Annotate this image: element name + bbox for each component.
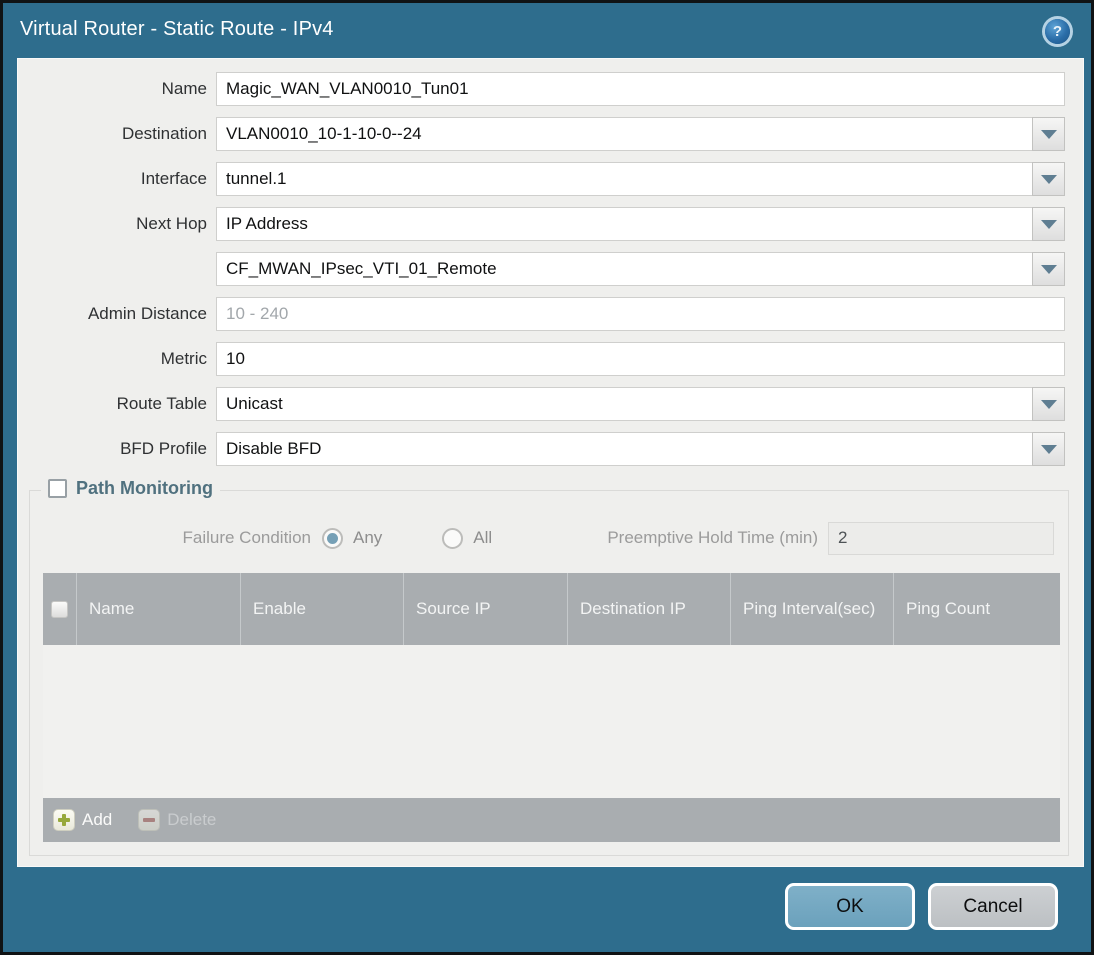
route-table-input[interactable] <box>216 387 1033 421</box>
column-header-ping-interval: Ping Interval(sec) <box>730 573 893 645</box>
table-toolbar: Add Delete <box>43 798 1060 842</box>
bfd-profile-row: BFD Profile <box>18 432 1065 466</box>
table-header: Name Enable Source IP Destination IP Pin… <box>43 573 1060 645</box>
next-hop-type-input[interactable] <box>216 207 1033 241</box>
chevron-down-icon <box>1040 399 1057 409</box>
metric-row: Metric <box>18 342 1065 376</box>
minus-icon <box>138 809 161 831</box>
route-table-row: Route Table <box>18 387 1065 421</box>
destination-row: Destination <box>18 117 1065 151</box>
interface-dropdown-button[interactable] <box>1032 162 1065 196</box>
add-button-label: Add <box>82 810 113 829</box>
column-header-destination-ip: Destination IP <box>567 573 730 645</box>
chevron-down-icon <box>1040 264 1057 274</box>
interface-row: Interface <box>18 162 1065 196</box>
column-header-enable: Enable <box>240 573 403 645</box>
destination-input[interactable] <box>216 117 1033 151</box>
next-hop-row: Next Hop <box>18 207 1065 241</box>
titlebar: Virtual Router - Static Route - IPv4 ? <box>3 3 1091 56</box>
chevron-down-icon <box>1040 129 1057 139</box>
chevron-down-icon <box>1040 444 1057 454</box>
dialog-title: Virtual Router - Static Route - IPv4 <box>20 18 334 40</box>
delete-button-label: Delete <box>167 810 217 829</box>
cancel-button[interactable]: Cancel <box>928 883 1058 930</box>
bfd-profile-label: BFD Profile <box>120 439 207 458</box>
next-hop-label: Next Hop <box>136 214 207 233</box>
destination-dropdown-button[interactable] <box>1032 117 1065 151</box>
route-table-dropdown-button[interactable] <box>1032 387 1065 421</box>
chevron-down-icon <box>1040 219 1057 229</box>
bfd-profile-input[interactable] <box>216 432 1033 466</box>
metric-label: Metric <box>160 349 207 368</box>
next-hop-type-dropdown-button[interactable] <box>1032 207 1065 241</box>
metric-input[interactable] <box>216 342 1065 376</box>
route-table-label: Route Table <box>116 394 207 413</box>
next-hop-address-dropdown-button[interactable] <box>1032 252 1065 286</box>
admin-distance-input[interactable] <box>216 297 1065 331</box>
delete-button: Delete <box>138 809 216 831</box>
name-input[interactable] <box>216 72 1065 106</box>
interface-input[interactable] <box>216 162 1033 196</box>
failure-condition-all-label: All <box>473 528 493 547</box>
failure-condition-radio-all[interactable] <box>442 527 464 549</box>
path-monitoring-table: Name Enable Source IP Destination IP Pin… <box>43 573 1060 842</box>
next-hop-address-input[interactable] <box>216 252 1033 286</box>
column-header-ping-count: Ping Count <box>893 573 1060 645</box>
failure-condition-row: Failure Condition Any All Preemptive Hol… <box>30 521 1054 555</box>
column-header-name: Name <box>76 573 240 645</box>
select-all-checkbox <box>51 600 68 618</box>
name-label: Name <box>161 79 207 98</box>
dialog-footer: OK Cancel <box>785 883 1058 930</box>
dialog-content: Name Destination Interface <box>17 58 1084 867</box>
column-header-source-ip: Source IP <box>403 573 567 645</box>
plus-icon <box>53 809 75 831</box>
preemptive-hold-time-label: Preemptive Hold Time (min) <box>607 528 818 547</box>
next-hop-address-row <box>18 252 1065 286</box>
ok-button[interactable]: OK <box>785 883 915 930</box>
bfd-profile-dropdown-button[interactable] <box>1032 432 1065 466</box>
path-monitoring-legend: Path Monitoring <box>41 478 220 499</box>
interface-label: Interface <box>140 169 207 188</box>
chevron-down-icon <box>1040 174 1057 184</box>
help-icon[interactable]: ? <box>1045 19 1070 44</box>
failure-condition-label: Failure Condition <box>182 528 311 547</box>
preemptive-hold-time-input <box>828 521 1054 555</box>
path-monitoring-title: Path Monitoring <box>76 478 213 498</box>
admin-distance-label: Admin Distance <box>87 304 207 323</box>
destination-label: Destination <box>121 124 207 143</box>
admin-distance-row: Admin Distance <box>18 297 1065 331</box>
failure-condition-any-label: Any <box>353 528 383 547</box>
add-button[interactable]: Add <box>53 809 112 831</box>
failure-condition-radio-any[interactable] <box>322 527 343 549</box>
select-all-cell <box>43 573 76 645</box>
static-route-dialog: Virtual Router - Static Route - IPv4 ? N… <box>0 0 1094 955</box>
table-body-empty <box>43 645 1060 798</box>
path-monitoring-checkbox[interactable] <box>48 479 67 498</box>
path-monitoring-section: Path Monitoring Failure Condition Any Al… <box>29 478 1069 856</box>
name-row: Name <box>18 72 1065 106</box>
